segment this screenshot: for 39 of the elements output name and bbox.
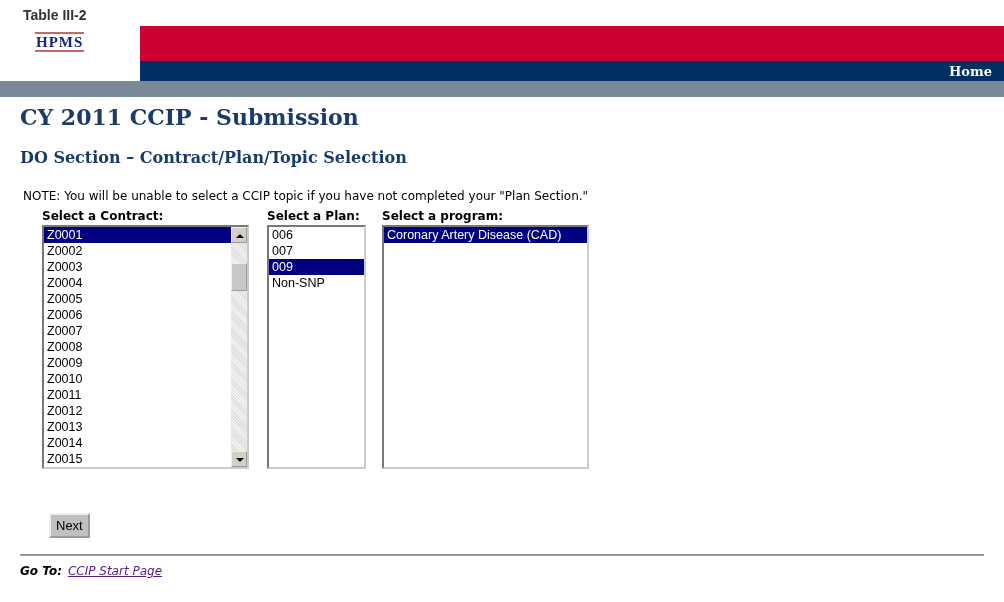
list-label: Select a Contract: <box>42 209 164 223</box>
list-option[interactable]: Z0003 <box>44 259 231 275</box>
start-page-link[interactable]: CCIP Start Page <box>67 564 163 578</box>
list-option[interactable]: 006 <box>269 227 364 243</box>
section-title: DO Section – Contract/Plan/Topic Selection <box>20 148 408 167</box>
list-option[interactable]: Z0005 <box>44 291 231 307</box>
list-option[interactable]: Z0007 <box>44 323 231 339</box>
list-option[interactable]: Z0013 <box>44 419 231 435</box>
list-option[interactable]: Non-SNP <box>269 275 364 291</box>
list-option[interactable]: Z0012 <box>44 403 231 419</box>
list-box[interactable]: Coronary Artery Disease (CAD) <box>382 225 589 469</box>
list-option[interactable]: Z0009 <box>44 355 231 371</box>
list-option[interactable]: 009 <box>269 259 364 275</box>
list-option[interactable]: Z0015 <box>44 451 231 467</box>
list-option[interactable]: Z0001 <box>44 227 231 243</box>
list-option[interactable]: Z0014 <box>44 435 231 451</box>
list-option[interactable]: 007 <box>269 243 364 259</box>
list-box[interactable]: 006 007 009 Non-SNP <box>267 225 366 469</box>
next-button[interactable]: Next <box>49 513 90 538</box>
scrollbar[interactable] <box>231 227 247 467</box>
list-option[interactable]: Z0010 <box>44 371 231 387</box>
logo: HPMS <box>35 32 85 52</box>
note-text: NOTE: You will be unable to select a CCIP topic if you have not completed your "Plan Section." <box>23 189 590 203</box>
list-option[interactable]: Z0004 <box>44 275 231 291</box>
list-option[interactable]: Z0006 <box>44 307 231 323</box>
list-label: Select a Plan: <box>267 209 360 223</box>
list-option[interactable]: Coronary Artery Disease (CAD) <box>384 227 587 243</box>
list-option[interactable]: Z0008 <box>44 339 231 355</box>
list-option[interactable]: Z0011 <box>44 387 231 403</box>
list-box[interactable]: Z0001 Z0002 Z0003 Z0004 Z0005 Z0006 Z0007 Z0008 Z0009 Z0010 Z0011 Z0012 Z0013 Z0014 Z0015 <box>42 225 249 469</box>
home-link[interactable]: Home <box>949 63 992 79</box>
scroll-thumb[interactable] <box>231 263 247 291</box>
list-label: Select a program: <box>382 209 503 223</box>
list-option[interactable]: Z0002 <box>44 243 231 259</box>
page-caption: Table III-2 <box>23 7 87 23</box>
scroll-down-icon[interactable] <box>231 451 247 467</box>
goto-label: Go To: <box>20 564 62 578</box>
page-title: CY 2011 CCIP - Submission <box>20 104 360 130</box>
scroll-up-icon[interactable] <box>231 227 247 243</box>
